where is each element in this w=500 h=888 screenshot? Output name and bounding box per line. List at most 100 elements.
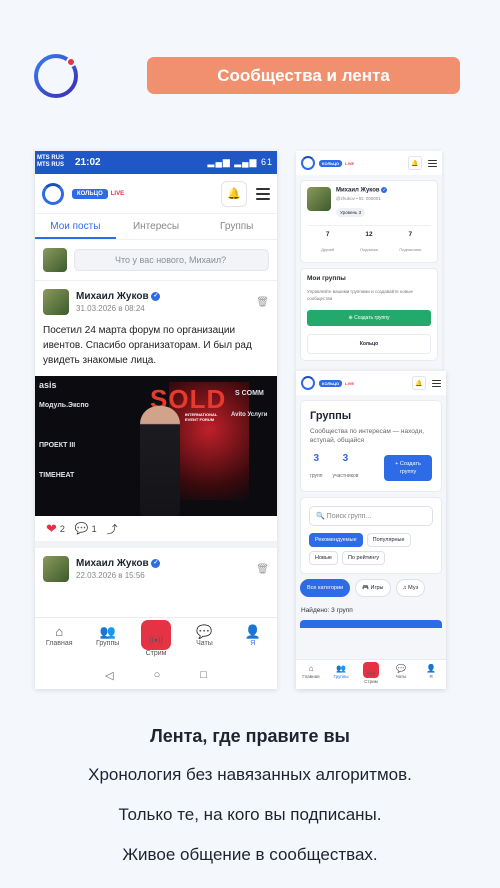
captions: Лента, где правите вы Хронология без нав…	[0, 726, 500, 865]
stat-followers[interactable]: 7 Подписчики	[390, 231, 431, 256]
phone-feed-screenshot: MTS RUS MTS RUS 21:02 ▂▄▆ ▂▄▆ 61 КОЛЬЦО L…	[35, 151, 277, 689]
nav-groups-label: Группы	[333, 674, 349, 679]
nav-groups-label: Группы	[95, 640, 120, 647]
category-tabs: Все категории 🎮 Игры ♫ Муз	[300, 579, 442, 597]
groups-count-value: 3	[313, 453, 320, 464]
category-games[interactable]: 🎮 Игры	[355, 579, 391, 597]
photo-text-expo: Модуль.Экспо	[39, 402, 89, 409]
stat-label: Подписки	[360, 246, 378, 252]
recents-icon[interactable]: □	[200, 669, 207, 689]
trash-icon[interactable]: 🗑	[256, 297, 269, 308]
group-card-header[interactable]	[300, 620, 442, 628]
gamepad-icon: 🎮	[362, 585, 369, 591]
app-logo-icon[interactable]	[42, 182, 64, 205]
avatar[interactable]	[43, 289, 69, 315]
profile-name: Михаил Жуков	[336, 187, 380, 194]
status-icons: ▂▄▆ ▂▄▆ 61	[207, 157, 273, 167]
stat-value: 7	[325, 230, 330, 238]
phone-groups-screenshot: КОЛЬЦО LIVE 🔔 Группы Сообщества по интер…	[296, 371, 446, 689]
post-date: 31.03.2026 в 08:24	[76, 304, 145, 313]
compose-input[interactable]: Что у вас нового, Михаил?	[74, 249, 269, 271]
filter-rating[interactable]: По рейтингу	[341, 551, 386, 565]
stream-icon: ((●))	[363, 662, 379, 678]
battery-level: 61	[260, 157, 273, 167]
create-group-button[interactable]: ⊕ Создать группу	[307, 309, 431, 326]
search-input[interactable]: 🔍 Поиск групп...	[309, 506, 433, 526]
bell-icon[interactable]: 🔔	[221, 180, 247, 207]
filter-recommended[interactable]: Рекомендуемые	[309, 533, 363, 547]
home-circle-icon[interactable]: ○	[154, 669, 161, 689]
nav-chats-label: Чаты	[196, 640, 213, 647]
stream-icon: ((●))	[141, 620, 172, 650]
nav-chats[interactable]: 💬 Чаты	[386, 660, 416, 689]
bell-icon[interactable]: 🔔	[412, 376, 426, 390]
search-card: 🔍 Поиск групп... Рекомендуемые Популярны…	[300, 497, 442, 574]
category-games-label: Игры	[370, 585, 384, 591]
stat-label: Подписчики	[399, 246, 422, 252]
tab-interests[interactable]: Интересы	[116, 214, 197, 239]
app-logo-icon[interactable]	[301, 376, 315, 390]
stat-subscriptions[interactable]: 12 Подписки	[348, 231, 389, 256]
category-music[interactable]: ♫ Муз	[395, 579, 426, 597]
post-photo[interactable]: SOLD asis Модуль.Экспо ПРОЕКТ III TIMEHE…	[35, 376, 277, 516]
app-header: КОЛЬЦО LIVE 🔔	[35, 174, 277, 214]
nav-groups[interactable]: 👥 Группы	[326, 660, 356, 689]
groups-count: 3 групп	[310, 453, 322, 482]
back-icon[interactable]: ◁	[105, 669, 113, 689]
my-groups-card: Мои группы Управляйте вашими группами и …	[300, 267, 438, 361]
app-logo-icon[interactable]	[301, 156, 315, 170]
app-header: КОЛЬЦО LIVE 🔔	[296, 371, 446, 395]
menu-icon[interactable]	[432, 379, 441, 387]
heart-icon[interactable]: ❤	[46, 521, 57, 537]
avatar	[307, 187, 331, 211]
menu-icon[interactable]	[256, 187, 270, 200]
category-all[interactable]: Все категории	[300, 579, 351, 597]
photo-text-proekt: ПРОЕКТ III	[39, 442, 76, 449]
nav-me[interactable]: 👤 Я	[229, 618, 277, 663]
level-badge: Уровень 3	[336, 207, 366, 217]
share-icon[interactable]: ⤴	[107, 521, 118, 537]
photo-text-asis: asis	[39, 380, 57, 390]
post-author[interactable]: Михаил Жуков	[76, 291, 149, 302]
photo-text-forum: INTERNATIONAL EVENT FORUM	[185, 412, 218, 422]
bottom-nav: ⌂ Главная 👥 Группы ((●)) Стрим 💬 Чаты 👤 Я	[296, 659, 446, 689]
section-badge: Сообщества и лента	[147, 57, 460, 94]
verified-icon: ✓	[151, 291, 161, 301]
post-author[interactable]: Михаил Жуков	[76, 558, 149, 569]
filter-chips: Рекомендуемые Популярные Новые По рейтин…	[309, 533, 433, 565]
bell-icon[interactable]: 🔔	[408, 156, 422, 170]
clock: 21:02	[75, 157, 101, 168]
nav-chats[interactable]: 💬 Чаты	[180, 618, 228, 663]
create-group-button[interactable]: + Создать группу	[384, 454, 432, 481]
menu-icon[interactable]	[428, 159, 437, 167]
user-icon: 👤	[244, 624, 261, 639]
home-icon: ⌂	[55, 624, 64, 639]
tab-my-posts[interactable]: Мои посты	[35, 214, 116, 239]
nav-home[interactable]: ⌂ Главная	[35, 618, 83, 663]
post-text: Посетил 24 марта форум по организации ив…	[43, 325, 252, 366]
photo-text-scomm: S COMM	[235, 390, 264, 397]
filter-new[interactable]: Новые	[309, 551, 338, 565]
nav-home-label: Главная	[45, 640, 73, 647]
comment-icon[interactable]: 💬	[75, 522, 89, 535]
tab-groups[interactable]: Группы	[196, 214, 277, 239]
category-music-label: Муз	[408, 585, 419, 591]
nav-me[interactable]: 👤 Я	[416, 660, 446, 689]
members-count-value: 3	[342, 453, 349, 464]
caption-line: Только те, на кого вы подписаны.	[118, 805, 382, 824]
trash-icon[interactable]: 🗑	[256, 564, 269, 575]
avatar	[43, 248, 67, 272]
found-count: Найдено: 3 групп	[301, 607, 353, 614]
avatar[interactable]	[43, 556, 69, 582]
stat-label: Друзей	[321, 246, 335, 252]
nav-stream[interactable]: ((●)) Стрим	[356, 660, 386, 689]
stat-friends[interactable]: 7 Друзей	[307, 231, 348, 256]
groups-subtitle: Сообщества по интересам — находи, вступа…	[310, 428, 425, 444]
group-card[interactable]: Кольцо	[307, 333, 431, 354]
brand-label: КОЛЬЦО	[319, 379, 343, 387]
filter-popular[interactable]: Популярные	[366, 533, 411, 547]
nav-groups[interactable]: 👥 Группы	[83, 618, 131, 663]
my-groups-subtitle: Управляйте вашими группами и создавайте …	[307, 288, 413, 301]
nav-stream[interactable]: ((●)) Стрим	[132, 618, 180, 663]
nav-home[interactable]: ⌂ Главная	[296, 660, 326, 689]
